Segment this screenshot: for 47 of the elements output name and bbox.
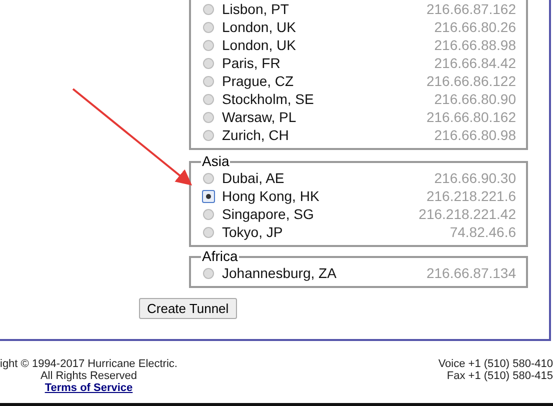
radio-button[interactable] [203, 4, 214, 14]
server-ip: 216.66.87.162 [426, 1, 516, 17]
radio-button[interactable] [203, 76, 214, 86]
server-location: Prague, CZ [222, 73, 294, 89]
radio-button[interactable] [202, 190, 215, 202]
contact-text: Fax +1 (510) 580-415 [446, 370, 553, 382]
server-location: Zurich, CH [222, 127, 289, 143]
server-ip: 216.66.80.26 [434, 19, 516, 35]
radio-button[interactable] [203, 40, 214, 50]
server-ip: 216.66.87.134 [426, 265, 516, 281]
server-ip: 74.82.46.6 [450, 224, 516, 240]
server-ip: 216.66.86.122 [426, 73, 516, 89]
create-tunnel-button[interactable]: Create Tunnel [139, 298, 237, 319]
server-location: Lisbon, PT [222, 1, 289, 17]
server-ip: 216.66.80.162 [426, 109, 516, 125]
server-location: Singapore, SG [222, 206, 314, 222]
copyright-text: ight © 1994-2017 Hurricane Electric. [0, 358, 178, 370]
server-location: Hong Kong, HK [222, 188, 320, 204]
region-legend: Africa [201, 249, 239, 264]
server-location: Paris, FR [222, 55, 280, 71]
server-location: Johannesburg, ZA [222, 265, 336, 281]
radio-button[interactable] [203, 208, 214, 220]
server-location: Tokyo, JP [222, 224, 283, 240]
server-ip: 216.66.80.90 [434, 91, 516, 107]
server-location: Stockholm, SE [222, 91, 314, 107]
server-ip: 216.66.90.30 [434, 170, 516, 186]
radio-button[interactable] [203, 94, 214, 104]
contact-text: Voice +1 (510) 580-410 [438, 358, 553, 370]
server-location: London, UK [222, 19, 296, 35]
terms-link[interactable]: Terms of Service [44, 382, 133, 394]
server-ip: 216.66.80.98 [434, 127, 516, 143]
radio-button[interactable] [203, 58, 214, 68]
radio-button[interactable] [203, 226, 214, 238]
server-location: Warsaw, PL [222, 109, 296, 125]
server-location: London, UK [222, 37, 296, 53]
copyright-text: All Rights Reserved [40, 370, 138, 382]
radio-button[interactable] [203, 130, 214, 140]
radio-button[interactable] [203, 268, 214, 278]
radio-button[interactable] [203, 112, 214, 122]
server-location: Dubai, AE [222, 170, 284, 186]
radio-button[interactable] [203, 172, 214, 184]
server-ip: 216.218.221.6 [426, 188, 516, 204]
server-ip: 216.66.88.98 [434, 37, 516, 53]
radio-button[interactable] [203, 22, 214, 32]
server-ip: 216.218.221.42 [418, 206, 516, 222]
server-ip: 216.66.84.42 [434, 55, 516, 71]
region-legend: Asia [201, 154, 230, 169]
